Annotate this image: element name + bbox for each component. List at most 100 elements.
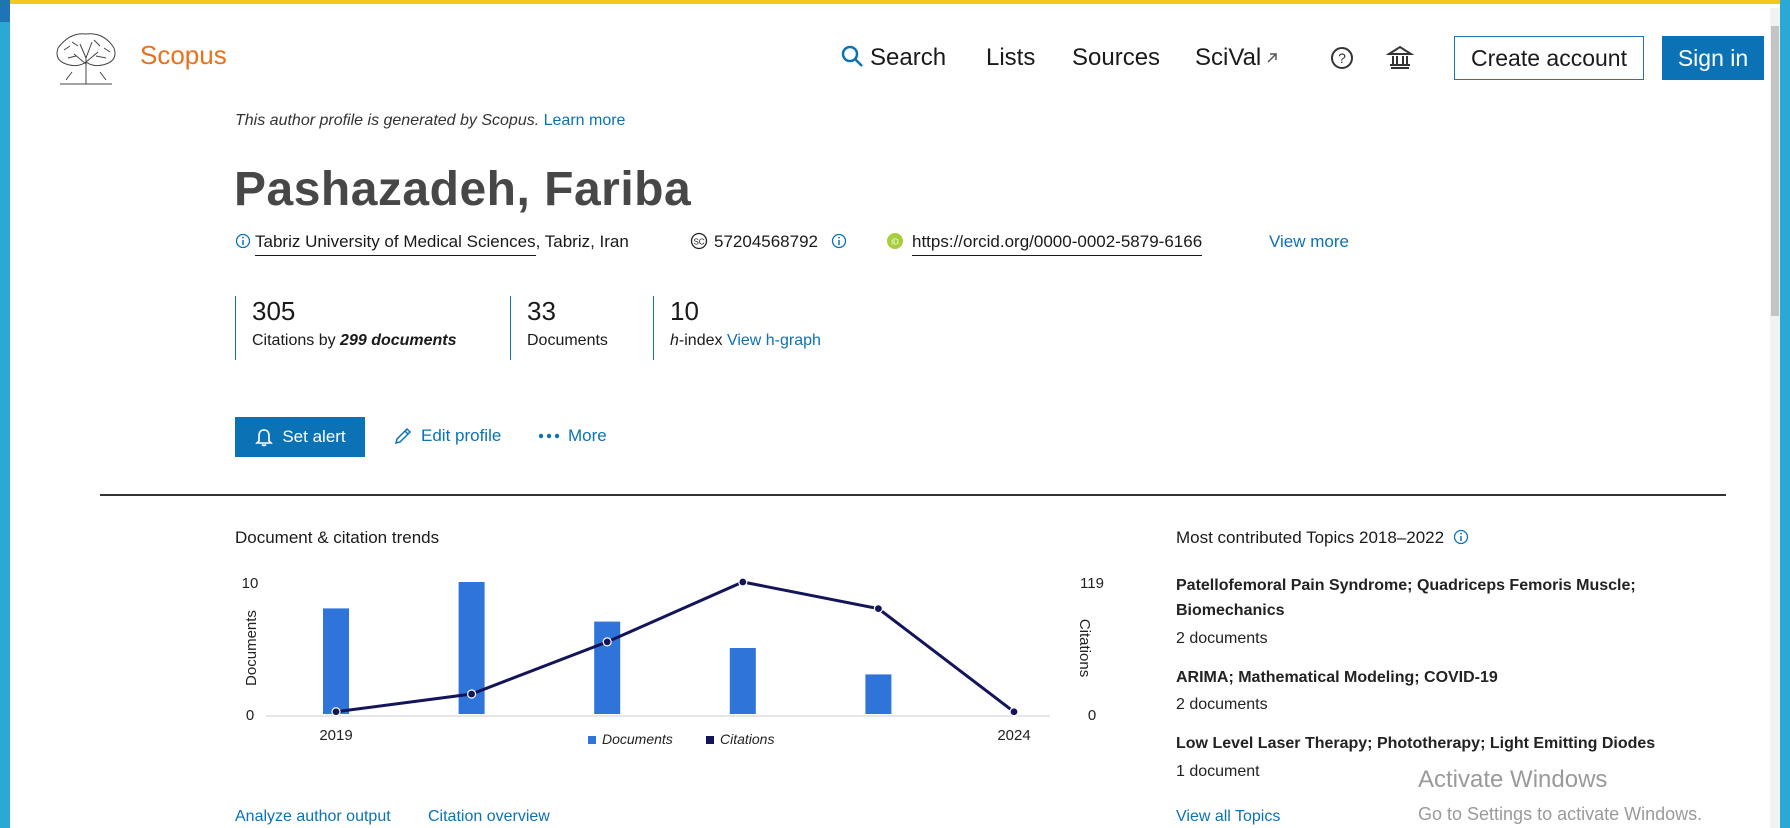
topic-count: 2 documents — [1176, 696, 1268, 713]
nav-lists[interactable]: Lists — [986, 44, 1035, 72]
scopus-id: SC 57204568792 — [690, 232, 847, 252]
nav-search-label: Search — [870, 44, 947, 71]
legend-label-documents: Documents — [602, 731, 673, 747]
watermark-line2: Go to Settings to activate Windows. — [1418, 804, 1703, 824]
info-icon[interactable] — [1453, 529, 1469, 545]
y2-tick-label: 119 — [1080, 575, 1104, 592]
h-index-suffix: -index — [678, 332, 727, 349]
metric-h-index: 10 h-index View h-graph — [653, 296, 821, 360]
view-all-topics-link[interactable]: View all Topics — [1176, 808, 1280, 826]
documents-bar — [729, 648, 756, 714]
external-link-icon — [1267, 53, 1277, 63]
citations-point — [331, 707, 341, 717]
svg-text:?: ? — [1338, 50, 1346, 66]
more-dots-icon — [538, 433, 560, 439]
documents-bar — [323, 608, 349, 714]
legend-swatch-citations — [706, 736, 714, 744]
set-alert-button[interactable]: Set alert — [235, 417, 365, 457]
search-icon — [841, 45, 863, 67]
svg-text:SC: SC — [693, 238, 704, 247]
scopus-id-value: 57204568792 — [714, 232, 819, 251]
topic-title[interactable]: ARIMA; Mathematical Modeling; COVID-19 — [1176, 665, 1716, 690]
edit-profile-label: Edit profile — [421, 426, 502, 445]
citation-overview-link[interactable]: Citation overview — [428, 808, 550, 826]
orcid-icon: iD — [887, 233, 903, 249]
desktop-edge — [0, 0, 10, 828]
institution-icon[interactable] — [1386, 44, 1414, 72]
edit-profile-button[interactable]: Edit profile — [393, 426, 501, 446]
h-letter: h — [670, 332, 679, 349]
nav-search[interactable]: Search — [840, 44, 946, 72]
x-tick-label: 2019 — [319, 727, 352, 744]
y2-tick-label: 0 — [1088, 707, 1096, 724]
legend-label-citations: Citations — [720, 731, 774, 747]
trend-chart: 10 0 119 0 Documents Citations 2019 2024 Documen… — [242, 575, 1104, 747]
documents-bar — [594, 621, 621, 714]
citations-point — [602, 637, 612, 647]
h-index-value: 10 — [670, 296, 699, 326]
citations-line — [335, 580, 1015, 714]
citations-doc-count: 299 documents — [340, 332, 457, 349]
nav-sources[interactable]: Sources — [1072, 44, 1160, 72]
create-account-button[interactable]: Create account — [1454, 36, 1644, 80]
documents-bar — [865, 674, 892, 714]
more-label: More — [568, 426, 607, 445]
h-index-label: h-index View h-graph — [670, 332, 821, 350]
citations-point — [467, 689, 477, 699]
sign-in-button[interactable]: Sign in — [1662, 36, 1764, 80]
author-name: Pashazadeh, Fariba — [234, 163, 692, 216]
citations-point — [1009, 707, 1019, 717]
orcid-link[interactable]: https://orcid.org/0000-0002-5879-6166 — [912, 232, 1203, 256]
info-icon[interactable] — [235, 233, 251, 249]
notice-text: This author profile is generated by Scop… — [235, 112, 540, 129]
documents-count: 33 — [527, 296, 556, 326]
pencil-icon — [394, 427, 412, 445]
y-tick-label: 0 — [246, 707, 254, 724]
topic-count: 1 document — [1176, 763, 1260, 780]
info-icon[interactable] — [831, 233, 847, 249]
citations-point — [738, 577, 748, 587]
profile-notice: This author profile is generated by Scop… — [235, 112, 625, 130]
x-tick-label: 2024 — [997, 727, 1030, 744]
watermark-line1: Activate Windows — [1418, 766, 1608, 793]
scopus-id-icon: SC — [690, 232, 708, 250]
topics-title-text: Most contributed Topics 2018–2022 — [1176, 528, 1445, 547]
browser-viewport: Scopus Search Lists Sources SciVal ? Cre… — [10, 0, 1780, 828]
view-h-graph-link[interactable]: View h-graph — [727, 332, 821, 349]
trends-title: Document & citation trends — [235, 528, 440, 547]
citations-label: Citations by 299 documents — [252, 332, 457, 350]
scrollbar-thumb[interactable] — [1771, 26, 1779, 316]
set-alert-label: Set alert — [282, 427, 346, 446]
nav-scival[interactable]: SciVal — [1195, 44, 1279, 72]
citations-point — [873, 604, 884, 614]
legend-swatch-documents — [588, 736, 596, 744]
section-divider — [100, 494, 1726, 496]
topic-title[interactable]: Low Level Laser Therapy; Phototherapy; L… — [1176, 731, 1716, 756]
affiliation-link[interactable]: Tabriz University of Medical Sciences — [255, 232, 536, 256]
svg-text:iD: iD — [891, 238, 899, 247]
y2-axis-label: Citations — [1076, 619, 1093, 677]
y-tick-label: 10 — [242, 575, 259, 592]
scopus-brand[interactable]: Scopus — [140, 40, 227, 71]
citations-label-prefix: Citations by — [252, 332, 341, 349]
help-icon[interactable]: ? — [1328, 44, 1356, 72]
more-button[interactable]: More — [538, 426, 607, 446]
elsevier-tree-logo[interactable] — [50, 28, 122, 86]
view-more-link[interactable]: View more — [1269, 232, 1349, 252]
analyze-author-output-link[interactable]: Analyze author output — [235, 808, 391, 826]
windows-activation-watermark: Activate Windows Go to Settings to activ… — [1418, 766, 1702, 825]
topic-count: 2 documents — [1176, 630, 1268, 647]
topics-title: Most contributed Topics 2018–2022 — [1176, 528, 1469, 548]
y-axis-label: Documents — [243, 610, 260, 686]
orcid: iD https://orcid.org/0000-0002-5879-6166 — [886, 232, 1203, 256]
affiliation: Tabriz University of Medical Sciences, T… — [235, 232, 629, 256]
metric-documents: 33 Documents — [510, 296, 608, 360]
citations-count: 305 — [252, 296, 296, 326]
nav-scival-label: SciVal — [1195, 44, 1262, 71]
metric-citations: 305 Citations by 299 documents — [235, 296, 457, 360]
topic-title[interactable]: Patellofemoral Pain Syndrome; Quadriceps… — [1176, 573, 1716, 623]
affiliation-location: , Tabriz, Iran — [535, 232, 629, 251]
learn-more-link[interactable]: Learn more — [544, 112, 626, 129]
documents-label: Documents — [527, 332, 608, 349]
bell-icon — [255, 429, 274, 447]
